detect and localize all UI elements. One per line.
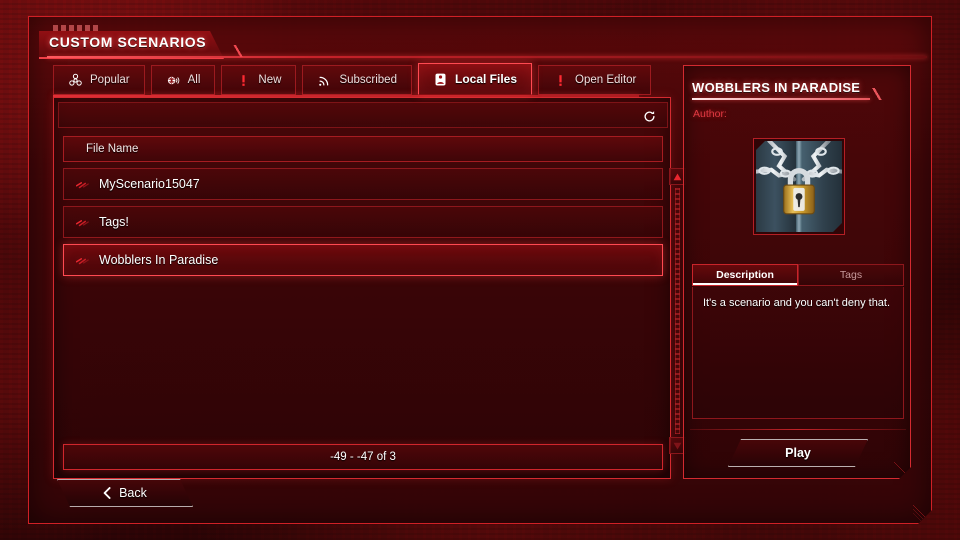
tab-tags-label: Tags [839, 269, 863, 281]
table-row[interactable]: Wobblers In Paradise [63, 244, 663, 276]
list-toolbar [58, 102, 668, 128]
local-file-icon [433, 72, 448, 87]
padlock-chains-icon [756, 141, 842, 232]
author-label: Author: [693, 108, 727, 120]
tab-description[interactable]: Description [692, 264, 798, 286]
page-title: CUSTOM SCENARIOS [49, 34, 207, 50]
tab-tags[interactable]: Tags [798, 264, 904, 286]
panel-corner-notch [894, 462, 910, 478]
tab-popular-label: Popular [90, 74, 130, 86]
detail-title-underline [692, 98, 870, 100]
exclamation-icon [553, 73, 568, 88]
tab-all-label: All [187, 74, 201, 86]
padlock-chains-art [756, 141, 842, 232]
tab-subscribed[interactable]: Subscribed [302, 65, 412, 95]
refresh-icon [642, 109, 657, 124]
tab-all[interactable]: All [151, 65, 216, 95]
scenario-thumbnail [753, 138, 845, 235]
title-decoration-dashes [53, 25, 99, 31]
claw-icon [76, 216, 90, 228]
globe-signal-icon [166, 73, 181, 88]
rss-icon [317, 73, 332, 88]
custom-scenarios-window: CUSTOM SCENARIOS Popular All New Subscri… [28, 16, 932, 524]
pagination-label: -49 - -47 of 3 [330, 451, 396, 463]
title-bar: CUSTOM SCENARIOS [39, 25, 923, 61]
detail-separator [690, 429, 906, 430]
file-list-panel: File Name MyScenario15047 Tags! Wobblers… [53, 97, 671, 479]
chevron-left-icon [103, 487, 111, 499]
scenario-tabs: Popular All New Subscribed Local Files O… [53, 65, 639, 95]
tab-new-label: New [258, 74, 282, 86]
tab-subscribed-label: Subscribed [339, 74, 397, 86]
tab-description-label: Description [716, 269, 774, 281]
triangle-down-icon [673, 442, 682, 450]
back-button[interactable]: Back [57, 479, 193, 507]
file-rows: MyScenario15047 Tags! Wobblers In Paradi… [63, 168, 663, 438]
title-angle-tick-icon [230, 45, 246, 57]
file-name-label: MyScenario15047 [99, 177, 200, 191]
pagination-status: -49 - -47 of 3 [63, 444, 663, 470]
tab-local-files[interactable]: Local Files [418, 63, 532, 95]
column-header-file-name[interactable]: File Name [63, 136, 663, 162]
tab-popular[interactable]: Popular [53, 65, 145, 95]
file-name-label: Tags! [99, 215, 129, 229]
table-row[interactable]: Tags! [63, 206, 663, 238]
play-button[interactable]: Play [728, 439, 868, 467]
back-button-label: Back [119, 486, 147, 500]
app-root: CUSTOM SCENARIOS Popular All New Subscri… [0, 0, 960, 540]
file-name-label: Wobblers In Paradise [99, 253, 219, 267]
description-text: It's a scenario and you can't deny that. [692, 287, 904, 419]
tab-local-files-label: Local Files [454, 72, 518, 86]
detail-title-angle-tick-icon [870, 88, 884, 100]
triangle-up-icon [673, 173, 682, 181]
claw-icon [76, 178, 90, 190]
exclamation-icon [236, 73, 251, 88]
tab-new[interactable]: New [221, 65, 296, 95]
title-underline [47, 56, 927, 58]
claw-icon [76, 254, 90, 266]
table-row[interactable]: MyScenario15047 [63, 168, 663, 200]
detail-info-tabs: Description Tags [692, 264, 904, 286]
tab-open-editor[interactable]: Open Editor [538, 65, 651, 95]
refresh-button[interactable] [639, 106, 659, 126]
biohazard-icon [68, 73, 83, 88]
column-header-label: File Name [86, 143, 139, 155]
scenario-detail-panel: WOBBLERS IN PARADISE Author: Description… [683, 65, 911, 479]
play-button-label: Play [785, 446, 811, 460]
window-corner-notch [913, 505, 931, 523]
scrollbar-track[interactable] [675, 188, 680, 434]
tab-open-editor-label: Open Editor [575, 74, 637, 86]
